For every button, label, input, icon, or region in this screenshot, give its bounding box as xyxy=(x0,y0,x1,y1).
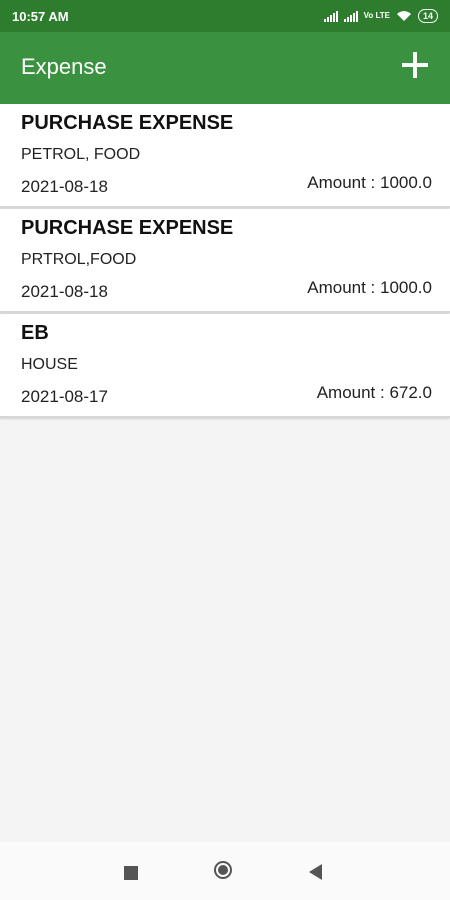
navigation-bar xyxy=(0,842,450,900)
expense-amount: Amount : 672.0 xyxy=(316,383,432,402)
expense-item[interactable]: PURCHASE EXPENSE PETROL, FOOD 2021-08-18… xyxy=(0,104,450,208)
volte-icon: Vo LTE xyxy=(363,11,390,20)
expense-date: 2021-08-17 xyxy=(21,387,108,406)
expense-amount: Amount : 1000.0 xyxy=(307,278,432,297)
expense-title: EB xyxy=(21,322,49,344)
home-icon[interactable] xyxy=(214,861,232,879)
expense-title: PURCHASE EXPENSE xyxy=(21,217,234,239)
expense-title: PURCHASE EXPENSE xyxy=(21,112,234,134)
expense-item[interactable]: EB HOUSE 2021-08-17 Amount : 672.0 xyxy=(0,314,450,418)
status-icons: Vo LTE 14 xyxy=(323,9,438,23)
status-bar: 10:57 AM Vo LTE 14 xyxy=(0,0,450,32)
expense-description: PRTROL,FOOD xyxy=(21,251,137,268)
page-title: Expense xyxy=(21,54,107,79)
expense-item[interactable]: PURCHASE EXPENSE PRTROL,FOOD 2021-08-18 … xyxy=(0,209,450,313)
status-time: 10:57 AM xyxy=(12,8,69,24)
expense-amount: Amount : 1000.0 xyxy=(307,173,432,192)
expense-description: PETROL, FOOD xyxy=(21,146,141,163)
signal-icon xyxy=(323,10,338,22)
wifi-icon xyxy=(396,11,411,21)
expense-date: 2021-08-18 xyxy=(21,177,108,196)
app-bar: Expense xyxy=(0,32,450,104)
back-icon[interactable] xyxy=(309,864,322,880)
expense-description: HOUSE xyxy=(21,356,78,373)
expense-list: PURCHASE EXPENSE PETROL, FOOD 2021-08-18… xyxy=(0,104,450,419)
battery-icon: 14 xyxy=(417,9,438,23)
signal-icon xyxy=(343,10,358,22)
add-expense-button[interactable] xyxy=(402,52,428,78)
expense-date: 2021-08-18 xyxy=(21,282,108,301)
recents-icon[interactable] xyxy=(124,866,138,880)
